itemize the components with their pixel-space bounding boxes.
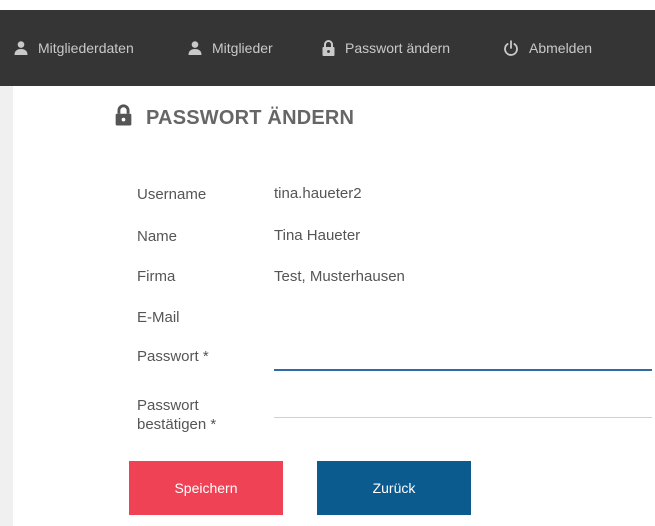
save-button[interactable]: Speichern: [129, 461, 283, 515]
confirm-password-input[interactable]: [274, 394, 652, 418]
confirm-password-label: Passwort bestätigen *: [137, 396, 216, 434]
page-title-text: PASSWORT ÄNDERN: [146, 106, 355, 129]
nav-item-label: Mitgliederdaten: [38, 40, 134, 56]
nav-item-label: Passwort ändern: [345, 40, 451, 56]
page-title: PASSWORT ÄNDERN: [115, 104, 354, 132]
email-label: E-Mail: [137, 309, 180, 326]
nav-item-label: Abmelden: [529, 40, 593, 56]
lock-icon: [322, 40, 335, 56]
firma-value: Test, Musterhausen: [274, 268, 405, 285]
back-button[interactable]: Zurück: [317, 461, 471, 515]
nav-item-mitglieder[interactable]: Mitglieder: [188, 10, 273, 86]
lock-icon: [115, 104, 132, 132]
username-value: tina.haueter2: [274, 185, 362, 202]
person-icon: [188, 41, 202, 55]
name-value: Tina Haueter: [274, 227, 361, 244]
nav-item-passwort-aendern[interactable]: Passwort ändern: [322, 10, 450, 86]
top-navbar: Mitgliederdaten Mitglieder Passwort ände…: [0, 10, 655, 86]
nav-item-mitgliederdaten[interactable]: Mitgliederdaten: [14, 10, 134, 86]
person-icon: [14, 41, 28, 55]
name-label: Name: [137, 228, 178, 245]
power-icon: [503, 40, 519, 56]
nav-item-label: Mitglieder: [212, 40, 273, 56]
confirm-password-label-line2: bestätigen *: [137, 416, 217, 433]
nav-item-abmelden[interactable]: Abmelden: [503, 10, 592, 86]
firma-label: Firma: [137, 268, 176, 285]
confirm-password-label-line1: Passwort: [137, 397, 199, 414]
username-label: Username: [137, 186, 207, 203]
sidebar-strip: [0, 86, 13, 526]
password-input[interactable]: [274, 346, 652, 371]
password-label: Passwort *: [137, 348, 209, 365]
